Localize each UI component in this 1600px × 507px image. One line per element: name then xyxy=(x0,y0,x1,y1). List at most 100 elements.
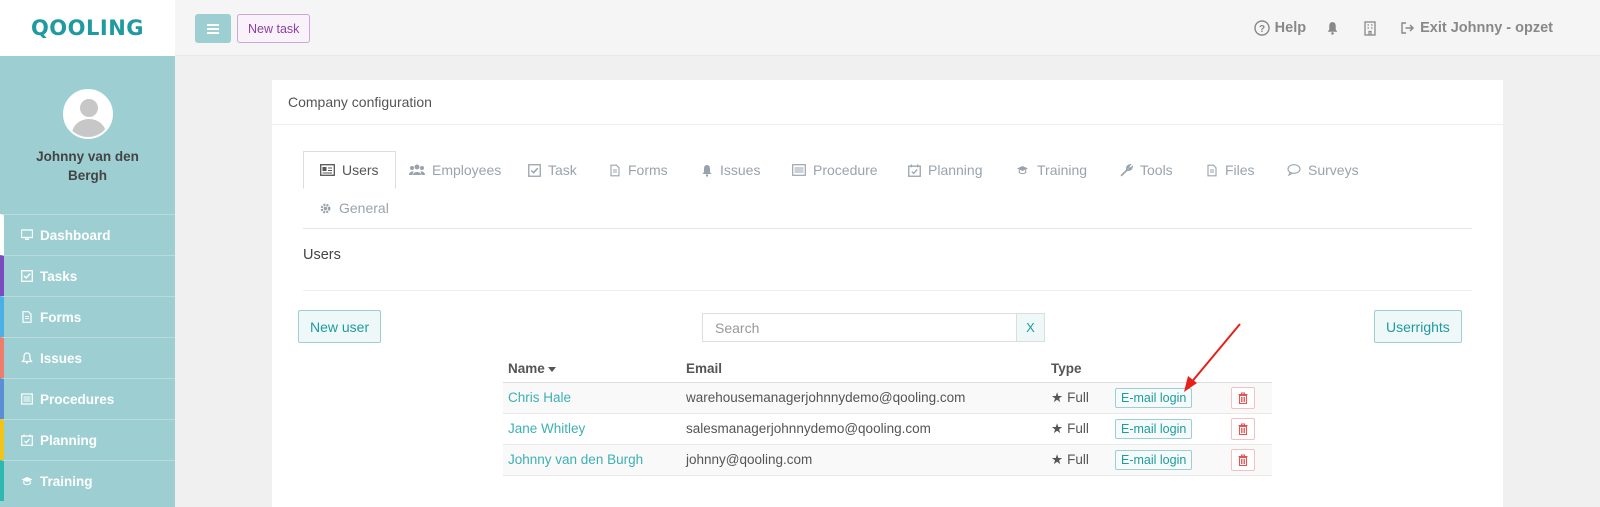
tab-label: Forms xyxy=(628,162,668,178)
column-header-type[interactable]: Type xyxy=(1046,356,1110,383)
sidebar-nav: Dashboard Tasks Forms Issues Procedures … xyxy=(0,214,175,501)
tab-label: Procedure xyxy=(813,162,878,178)
table-row: Jane Whitley salesmanagerjohnnydemo@qool… xyxy=(503,413,1272,445)
menu-toggle-button[interactable] xyxy=(195,14,231,43)
company-config-panel: Company configuration Users Employees Ta… xyxy=(272,80,1503,507)
column-header-name[interactable]: Name xyxy=(503,356,681,383)
file-icon xyxy=(20,310,34,324)
bell-icon xyxy=(702,164,712,177)
user-profile: Johnny van den Bergh xyxy=(0,56,175,214)
sidebar-item-label: Forms xyxy=(40,309,82,325)
user-email: warehousemanagerjohnnydemo@qooling.com xyxy=(681,382,1046,414)
list-icon xyxy=(20,392,34,406)
check-square-icon xyxy=(528,163,541,177)
top-bar: New task ? Help Exit Johnny - opzet xyxy=(175,0,1600,56)
sidebar-item-label: Issues xyxy=(40,350,83,366)
help-link[interactable]: ? Help xyxy=(1253,20,1306,36)
tab-label: Task xyxy=(548,162,577,178)
panel-title: Company configuration xyxy=(272,80,1503,125)
sidebar-item-label: Planning xyxy=(40,432,97,448)
tab-task[interactable]: Task xyxy=(512,151,593,189)
tab-procedure[interactable]: Procedure xyxy=(776,151,894,189)
section-title: Users xyxy=(303,247,341,263)
star-icon: ★ xyxy=(1051,451,1064,467)
sign-out-icon xyxy=(1401,22,1415,34)
config-tabs: Users Employees Task Forms Issues Proced… xyxy=(303,151,1472,229)
delete-button[interactable] xyxy=(1231,448,1255,471)
user-type: Full xyxy=(1067,451,1089,467)
notifications-button[interactable] xyxy=(1326,21,1344,35)
user-name-link[interactable]: Jane Whitley xyxy=(508,421,585,436)
tab-label: Tools xyxy=(1140,162,1173,178)
tab-label: Users xyxy=(342,162,379,178)
user-name-link[interactable]: Johnny van den Burgh xyxy=(508,452,643,467)
logo-area[interactable]: Qooling xyxy=(0,0,175,56)
chat-bubble-icon xyxy=(1287,164,1301,176)
new-task-button[interactable]: New task xyxy=(237,14,311,43)
top-right-actions: ? Help Exit Johnny - opzet xyxy=(1253,0,1600,56)
id-card-icon xyxy=(320,164,335,176)
new-user-button[interactable]: New user xyxy=(298,310,382,343)
email-login-button[interactable]: E-mail login xyxy=(1115,449,1193,470)
tab-employees[interactable]: Employees xyxy=(393,151,517,189)
column-header-email[interactable]: Email xyxy=(681,356,1046,383)
tab-issues[interactable]: Issues xyxy=(685,151,776,189)
tab-label: Training xyxy=(1037,162,1088,178)
tab-label: Issues xyxy=(720,162,761,178)
tab-tools[interactable]: Tools xyxy=(1104,151,1189,189)
sidebar: Qooling Johnny van den Bergh Dashboard T… xyxy=(0,0,175,507)
avatar[interactable] xyxy=(62,89,113,139)
search-input[interactable] xyxy=(703,314,1016,341)
gear-icon xyxy=(320,203,331,213)
hamburger-icon xyxy=(207,27,219,30)
sidebar-item-dashboard[interactable]: Dashboard xyxy=(0,214,175,255)
delete-button[interactable] xyxy=(1231,417,1255,440)
tab-general[interactable]: General xyxy=(303,189,405,227)
graduation-cap-icon xyxy=(1017,166,1028,175)
search-clear-button[interactable]: X xyxy=(1016,314,1044,341)
bell-icon xyxy=(20,351,34,365)
sidebar-item-procedures[interactable]: Procedures xyxy=(0,378,175,419)
tab-label: Files xyxy=(1225,162,1255,178)
user-type: Full xyxy=(1067,420,1089,436)
user-name-link[interactable]: Chris Hale xyxy=(508,390,571,405)
user-email: johnny@qooling.com xyxy=(681,444,1046,476)
exit-link[interactable]: Exit Johnny - opzet xyxy=(1401,20,1553,36)
wrench-icon xyxy=(1120,163,1133,177)
trash-icon xyxy=(1238,422,1248,435)
sidebar-item-tasks[interactable]: Tasks xyxy=(0,255,175,296)
sidebar-item-forms[interactable]: Forms xyxy=(0,296,175,337)
sidebar-item-label: Training xyxy=(40,473,93,489)
search-box: X xyxy=(702,313,1045,342)
list-icon xyxy=(792,164,806,176)
annotation-arrow-icon xyxy=(1184,323,1241,392)
tab-forms[interactable]: Forms xyxy=(593,151,684,189)
tab-files[interactable]: Files xyxy=(1190,151,1271,189)
sidebar-item-label: Tasks xyxy=(40,268,78,284)
app-logo[interactable]: Qooling xyxy=(31,16,144,40)
tab-users[interactable]: Users xyxy=(303,151,396,189)
building-button[interactable] xyxy=(1364,20,1381,36)
tab-label: General xyxy=(339,200,389,216)
help-icon: ? xyxy=(1253,20,1270,36)
user-type: Full xyxy=(1067,389,1089,405)
graduation-cap-icon xyxy=(20,474,34,488)
users-table: Name Email Type Chris Hale warehousemana… xyxy=(503,356,1272,476)
divider xyxy=(303,290,1472,291)
tab-surveys[interactable]: Surveys xyxy=(1271,151,1375,189)
sidebar-item-label: Dashboard xyxy=(40,227,111,243)
sidebar-item-training[interactable]: Training xyxy=(0,460,175,501)
file-icon xyxy=(610,164,620,176)
sidebar-item-issues[interactable]: Issues xyxy=(0,337,175,378)
table-row: Chris Hale warehousemanagerjohnnydemo@qo… xyxy=(503,382,1272,414)
star-icon: ★ xyxy=(1051,420,1064,436)
sort-caret-icon xyxy=(547,367,556,373)
userrights-button[interactable]: Userrights xyxy=(1374,310,1462,343)
tab-label: Planning xyxy=(928,162,983,178)
email-login-button[interactable]: E-mail login xyxy=(1115,418,1193,439)
tab-planning[interactable]: Planning xyxy=(892,151,999,189)
svg-text:?: ? xyxy=(1259,24,1265,35)
trash-icon xyxy=(1238,453,1248,466)
tab-training[interactable]: Training xyxy=(999,151,1103,189)
sidebar-item-planning[interactable]: Planning xyxy=(0,419,175,460)
